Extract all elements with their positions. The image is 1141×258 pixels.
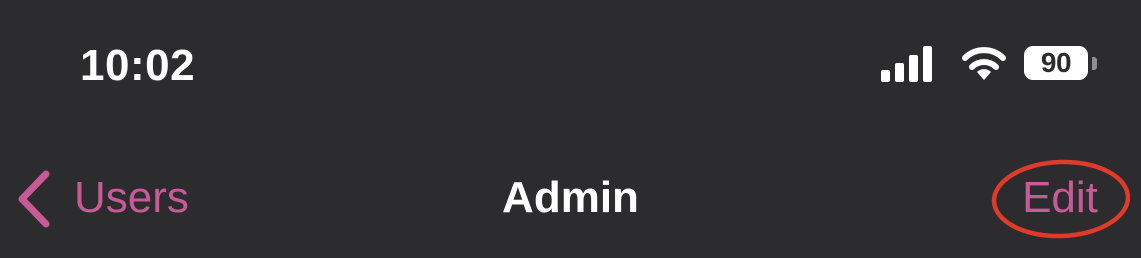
battery-level: 90 xyxy=(1040,47,1072,78)
battery-nub xyxy=(1092,57,1097,70)
edit-button-label: Edit xyxy=(1022,173,1098,222)
status-time: 10:02 xyxy=(80,41,196,90)
back-button[interactable]: Users xyxy=(10,162,230,232)
chevron-left-icon xyxy=(18,170,50,228)
battery-indicator: 90 xyxy=(1024,46,1104,82)
cellular-signal-icon xyxy=(881,46,932,82)
status-icons: 90 xyxy=(881,40,1141,90)
edit-button[interactable]: Edit xyxy=(990,158,1130,240)
status-bar: 10:02 90 xyxy=(0,0,1141,120)
navigation-bar: Users Admin Edit xyxy=(0,140,1141,250)
back-button-label: Users xyxy=(74,173,189,222)
wifi-icon xyxy=(962,47,1006,80)
